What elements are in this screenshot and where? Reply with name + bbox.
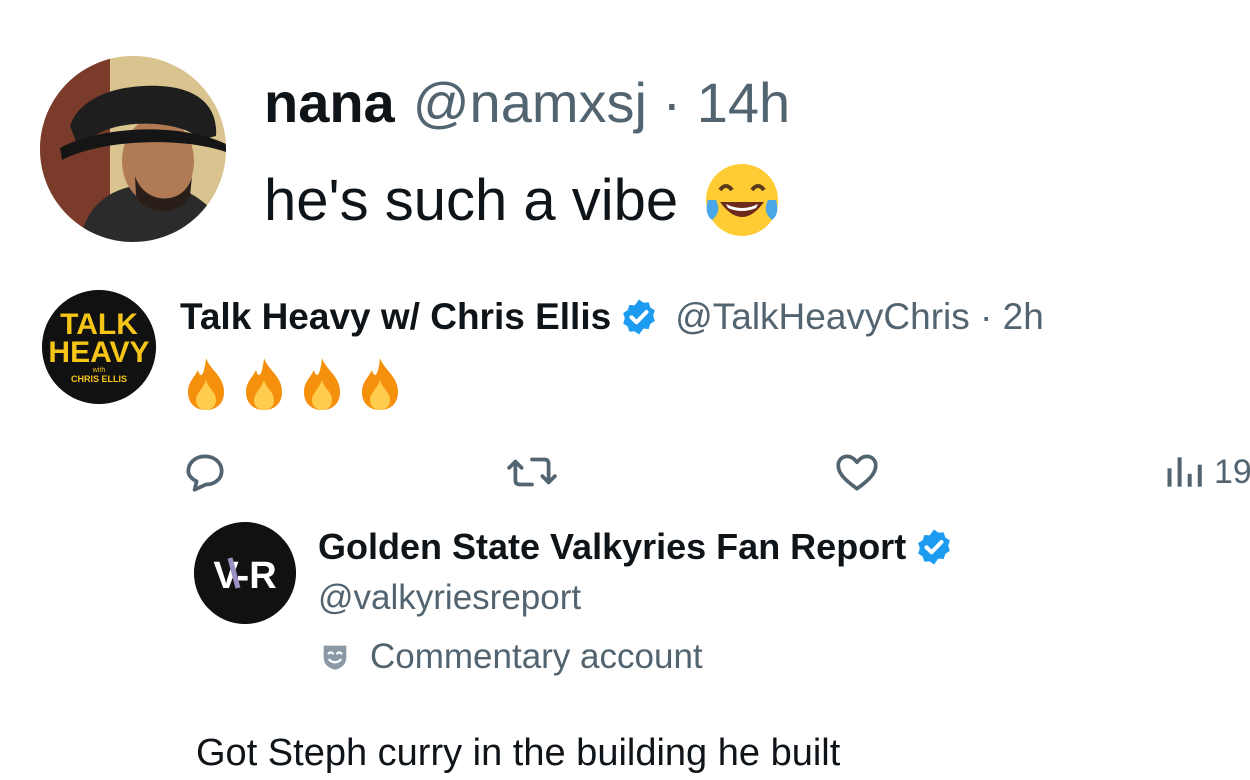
author-handle-time[interactable]: @TalkHeavyChris · 2h bbox=[675, 296, 1044, 338]
verified-badge-icon bbox=[623, 299, 656, 335]
post-header: Talk Heavy w/ Chris Ellis @TalkHeavyChri… bbox=[180, 296, 1044, 338]
svg-text:with: with bbox=[92, 367, 106, 374]
profile-photo-icon bbox=[40, 56, 226, 242]
svg-text:V-R: V-R bbox=[213, 555, 276, 597]
avatar[interactable]: TALK HEAVY with CHRIS ELLIS bbox=[42, 290, 156, 404]
valkyries-report-logo-icon: V-R bbox=[194, 522, 296, 624]
account-label-text: Commentary account bbox=[370, 637, 703, 676]
quote-author-handle[interactable]: @valkyriesreport bbox=[318, 578, 581, 618]
views-button[interactable]: 19 bbox=[1162, 447, 1250, 497]
quote-author-name[interactable]: Golden State Valkyries Fan Report bbox=[318, 526, 906, 568]
fire-icon bbox=[246, 358, 282, 410]
fire-icon bbox=[304, 358, 340, 410]
quote-header: Golden State Valkyries Fan Report bbox=[318, 526, 954, 568]
avatar[interactable]: V-R bbox=[194, 522, 296, 624]
views-count: 19 bbox=[1214, 452, 1250, 491]
face-with-tears-of-joy-icon bbox=[706, 164, 779, 236]
fire-icon bbox=[188, 358, 224, 410]
reply-button[interactable] bbox=[180, 447, 230, 497]
avatar[interactable] bbox=[40, 56, 226, 242]
verified-badge-icon bbox=[918, 529, 951, 565]
author-handle-time[interactable]: @namxsj · 14h bbox=[413, 70, 790, 135]
svg-text:CHRIS ELLIS: CHRIS ELLIS bbox=[71, 374, 127, 384]
retweet-button[interactable] bbox=[505, 447, 559, 497]
author-name[interactable]: nana bbox=[264, 70, 395, 135]
views-icon bbox=[1167, 457, 1202, 487]
retweet-icon bbox=[507, 457, 557, 487]
post-text: he's such a vibe bbox=[264, 167, 679, 233]
talk-heavy-logo-icon: TALK HEAVY with CHRIS ELLIS bbox=[42, 290, 156, 404]
like-button[interactable] bbox=[832, 447, 882, 497]
heart-icon bbox=[836, 454, 878, 491]
author-name[interactable]: Talk Heavy w/ Chris Ellis bbox=[180, 296, 611, 338]
commentary-mask-icon bbox=[323, 645, 347, 670]
reply-icon bbox=[186, 454, 224, 492]
svg-text:HEAVY: HEAVY bbox=[48, 336, 149, 369]
post-text-row: he's such a vibe bbox=[264, 160, 782, 240]
fire-emoji-row bbox=[180, 356, 406, 412]
account-label: Commentary account bbox=[318, 637, 703, 677]
fire-icon bbox=[362, 358, 398, 410]
post-header: nana @namxsj · 14h bbox=[264, 70, 790, 140]
quote-text: Got Steph curry in the building he built bbox=[196, 732, 841, 774]
